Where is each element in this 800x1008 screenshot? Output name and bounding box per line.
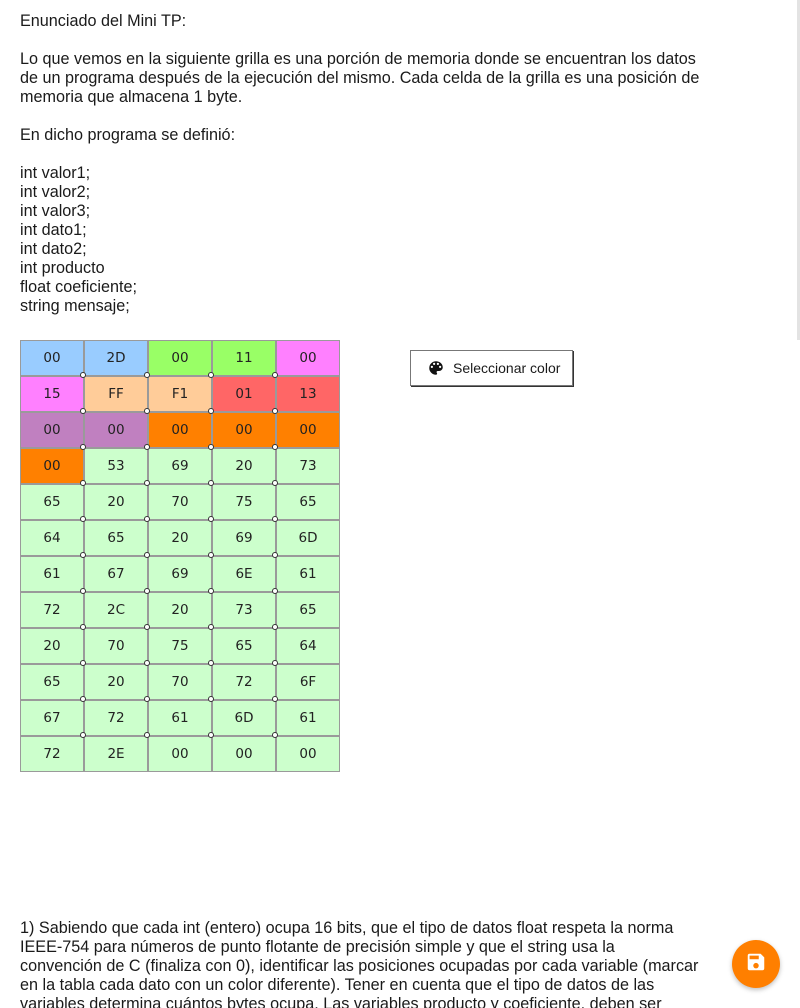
memory-cell[interactable]: 2E bbox=[84, 736, 148, 772]
memory-cell[interactable]: 72 bbox=[84, 700, 150, 738]
memory-cell[interactable]: 67 bbox=[20, 700, 86, 738]
memory-cell[interactable]: 13 bbox=[276, 376, 340, 412]
memory-cell[interactable]: 70 bbox=[148, 484, 214, 522]
statement-title: Enunciado del Mini TP: bbox=[20, 12, 187, 30]
memory-cell[interactable]: 2C bbox=[84, 592, 150, 630]
memory-cell[interactable]: 53 bbox=[84, 448, 150, 486]
memory-cell[interactable]: 00 bbox=[276, 736, 340, 772]
memory-cell[interactable]: 75 bbox=[212, 484, 278, 522]
memory-cell[interactable]: 69 bbox=[212, 520, 278, 558]
memory-cell[interactable]: 65 bbox=[276, 484, 340, 520]
code-line: int valor2; bbox=[20, 183, 91, 201]
memory-cell[interactable]: 00 bbox=[276, 412, 340, 448]
memory-cell[interactable]: 64 bbox=[20, 520, 86, 558]
memory-cell[interactable]: 65 bbox=[212, 628, 278, 666]
palette-icon bbox=[427, 359, 445, 377]
memory-cell[interactable]: 00 bbox=[212, 412, 278, 450]
memory-cell[interactable]: FF bbox=[84, 376, 150, 414]
memory-cell[interactable]: 64 bbox=[276, 628, 340, 664]
memory-cell[interactable]: 00 bbox=[148, 736, 212, 772]
question-text: 1) Sabiendo que cada int (entero) ocupa … bbox=[20, 919, 699, 1008]
statement: Enunciado del Mini TP: Lo que vemos en l… bbox=[20, 12, 700, 316]
memory-cell[interactable]: 01 bbox=[212, 376, 278, 414]
memory-cell[interactable]: 67 bbox=[84, 556, 150, 594]
code-line: int valor1; bbox=[20, 164, 91, 182]
memory-cell[interactable]: 00 bbox=[84, 412, 150, 450]
memory-cell[interactable]: F1 bbox=[148, 376, 214, 414]
memory-cell[interactable]: 15 bbox=[20, 376, 86, 414]
memory-cell[interactable]: 6F bbox=[276, 664, 340, 700]
memory-cell[interactable]: 69 bbox=[148, 556, 214, 594]
memory-cell[interactable]: 61 bbox=[148, 700, 214, 738]
memory-cell[interactable]: 20 bbox=[20, 628, 86, 666]
memory-cell[interactable]: 73 bbox=[276, 448, 340, 484]
statement-intro: Lo que vemos en la siguiente grilla es u… bbox=[20, 50, 700, 106]
memory-cell[interactable]: 11 bbox=[212, 340, 278, 378]
select-color-label: Seleccionar color bbox=[453, 360, 561, 376]
memory-cell[interactable]: 20 bbox=[84, 484, 150, 522]
save-icon bbox=[745, 951, 767, 978]
select-color-button[interactable]: Seleccionar color bbox=[410, 350, 573, 386]
memory-grid: 00 2D 00 11 00 15 FF F1 01 13 00 00 00 00 00 00 53 69 20 73… bbox=[20, 340, 340, 772]
memory-cell[interactable]: 00 bbox=[148, 412, 214, 450]
memory-cell[interactable]: 73 bbox=[212, 592, 278, 630]
memory-cell[interactable]: 00 bbox=[20, 412, 86, 450]
memory-cell[interactable]: 6D bbox=[212, 700, 278, 738]
memory-cell[interactable]: 20 bbox=[148, 520, 214, 558]
memory-cell[interactable]: 69 bbox=[148, 448, 214, 486]
memory-cell[interactable]: 20 bbox=[84, 664, 150, 702]
memory-cell[interactable]: 65 bbox=[276, 592, 340, 628]
memory-cell[interactable]: 00 bbox=[148, 340, 214, 378]
save-button[interactable] bbox=[732, 940, 780, 988]
statement-defined: En dicho programa se definió: bbox=[20, 126, 236, 144]
code-line: int valor3; bbox=[20, 202, 91, 220]
memory-cell[interactable]: 65 bbox=[84, 520, 150, 558]
memory-cell[interactable]: 20 bbox=[148, 592, 214, 630]
memory-cell[interactable]: 65 bbox=[20, 484, 86, 522]
memory-cell[interactable]: 00 bbox=[212, 736, 276, 772]
memory-cell[interactable]: 65 bbox=[20, 664, 86, 702]
memory-cell[interactable]: 72 bbox=[20, 736, 84, 772]
code-line: string mensaje; bbox=[20, 297, 130, 315]
memory-cell[interactable]: 75 bbox=[148, 628, 214, 666]
memory-cell[interactable]: 00 bbox=[20, 448, 86, 486]
memory-cell[interactable]: 2D bbox=[84, 340, 150, 378]
memory-cell[interactable]: 6E bbox=[212, 556, 278, 594]
code-line: int dato2; bbox=[20, 240, 87, 258]
memory-cell[interactable]: 70 bbox=[148, 664, 214, 702]
memory-cell[interactable]: 00 bbox=[20, 340, 86, 378]
page: Enunciado del Mini TP: Lo que vemos en l… bbox=[0, 0, 800, 1008]
memory-cell[interactable]: 00 bbox=[276, 340, 340, 376]
memory-cell[interactable]: 61 bbox=[276, 556, 340, 592]
memory-cell[interactable]: 61 bbox=[20, 556, 86, 594]
memory-cell[interactable]: 72 bbox=[20, 592, 86, 630]
code-block: int valor1; int valor2; int valor3; int … bbox=[20, 164, 700, 316]
memory-cell[interactable]: 20 bbox=[212, 448, 278, 486]
code-line: int producto bbox=[20, 259, 105, 277]
memory-cell[interactable]: 72 bbox=[212, 664, 278, 702]
memory-cell[interactable]: 70 bbox=[84, 628, 150, 666]
memory-cell[interactable]: 61 bbox=[276, 700, 340, 736]
code-line: float coeficiente; bbox=[20, 278, 137, 296]
code-line: int dato1; bbox=[20, 221, 87, 239]
memory-cell[interactable]: 6D bbox=[276, 520, 340, 556]
